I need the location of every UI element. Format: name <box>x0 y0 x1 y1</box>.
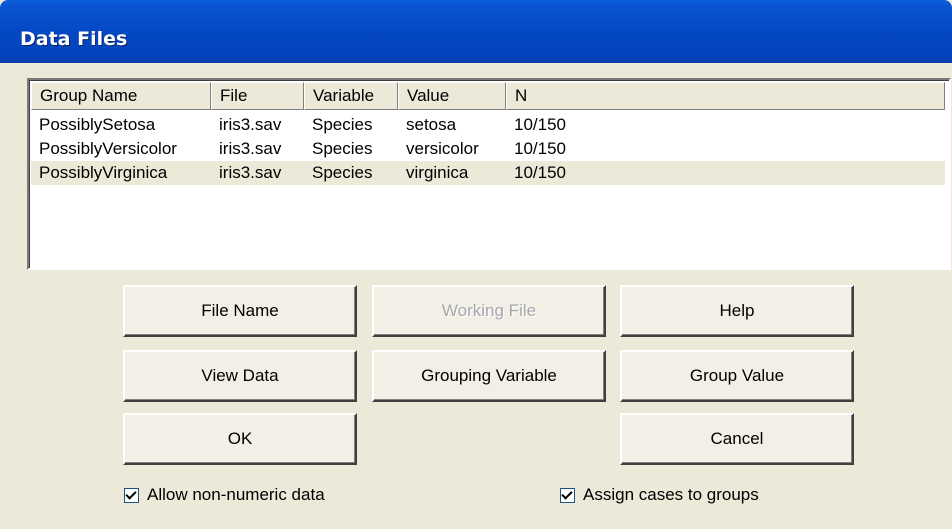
window-title: Data Files <box>20 28 128 50</box>
cancel-button[interactable]: Cancel <box>620 413 854 465</box>
cell-group-name: PossiblySetosa <box>39 115 156 134</box>
table-row[interactable]: PossiblyVersicolor iris3.sav Species ver… <box>31 137 945 161</box>
assign-cases-label: Assign cases to groups <box>583 485 759 504</box>
cell-value: setosa <box>406 115 457 134</box>
cell-file: iris3.sav <box>219 139 282 158</box>
column-header-group-name[interactable]: Group Name <box>31 82 211 110</box>
ok-button[interactable]: OK <box>123 413 357 465</box>
table-row[interactable]: PossiblySetosa iris3.sav Species setosa … <box>31 113 945 137</box>
listview-header: Group Name File Variable Value N <box>31 82 945 110</box>
checkbox-checked-icon <box>124 487 139 503</box>
cell-value: versicolor <box>406 139 479 158</box>
help-button[interactable]: Help <box>620 285 854 337</box>
column-header-n[interactable]: N <box>506 82 945 110</box>
cell-variable: Species <box>312 139 373 158</box>
working-file-button[interactable]: Working File <box>372 285 606 337</box>
groups-listview[interactable]: Group Name File Variable Value N Possibl… <box>27 78 951 270</box>
cell-value: virginica <box>406 163 469 182</box>
column-header-value[interactable]: Value <box>398 82 506 110</box>
cell-group-name: PossiblyVirginica <box>39 163 168 182</box>
allow-non-numeric-checkbox[interactable]: Allow non-numeric data <box>124 485 325 505</box>
cell-variable: Species <box>312 115 373 134</box>
assign-cases-checkbox[interactable]: Assign cases to groups <box>560 485 759 505</box>
cell-n: 10/150 <box>514 163 566 182</box>
cell-n: 10/150 <box>514 115 566 134</box>
grouping-variable-button[interactable]: Grouping Variable <box>372 350 606 402</box>
cell-n: 10/150 <box>514 139 566 158</box>
cell-variable: Species <box>312 163 373 182</box>
title-bar[interactable]: Data Files <box>0 0 952 63</box>
table-row-selected[interactable]: PossiblyVirginica iris3.sav Species virg… <box>31 161 945 185</box>
cell-group-name: PossiblyVersicolor <box>39 139 177 158</box>
data-files-dialog: Data Files Group Name File Variable Valu… <box>0 0 952 529</box>
cell-file: iris3.sav <box>219 115 282 134</box>
cell-file: iris3.sav <box>219 163 282 182</box>
file-name-button[interactable]: File Name <box>123 285 357 337</box>
allow-non-numeric-label: Allow non-numeric data <box>147 485 325 504</box>
checkbox-checked-icon <box>560 487 575 503</box>
column-header-file[interactable]: File <box>211 82 304 110</box>
listview-rows: PossiblySetosa iris3.sav Species setosa … <box>31 113 945 185</box>
view-data-button[interactable]: View Data <box>123 350 357 402</box>
group-value-button[interactable]: Group Value <box>620 350 854 402</box>
column-header-variable[interactable]: Variable <box>304 82 398 110</box>
